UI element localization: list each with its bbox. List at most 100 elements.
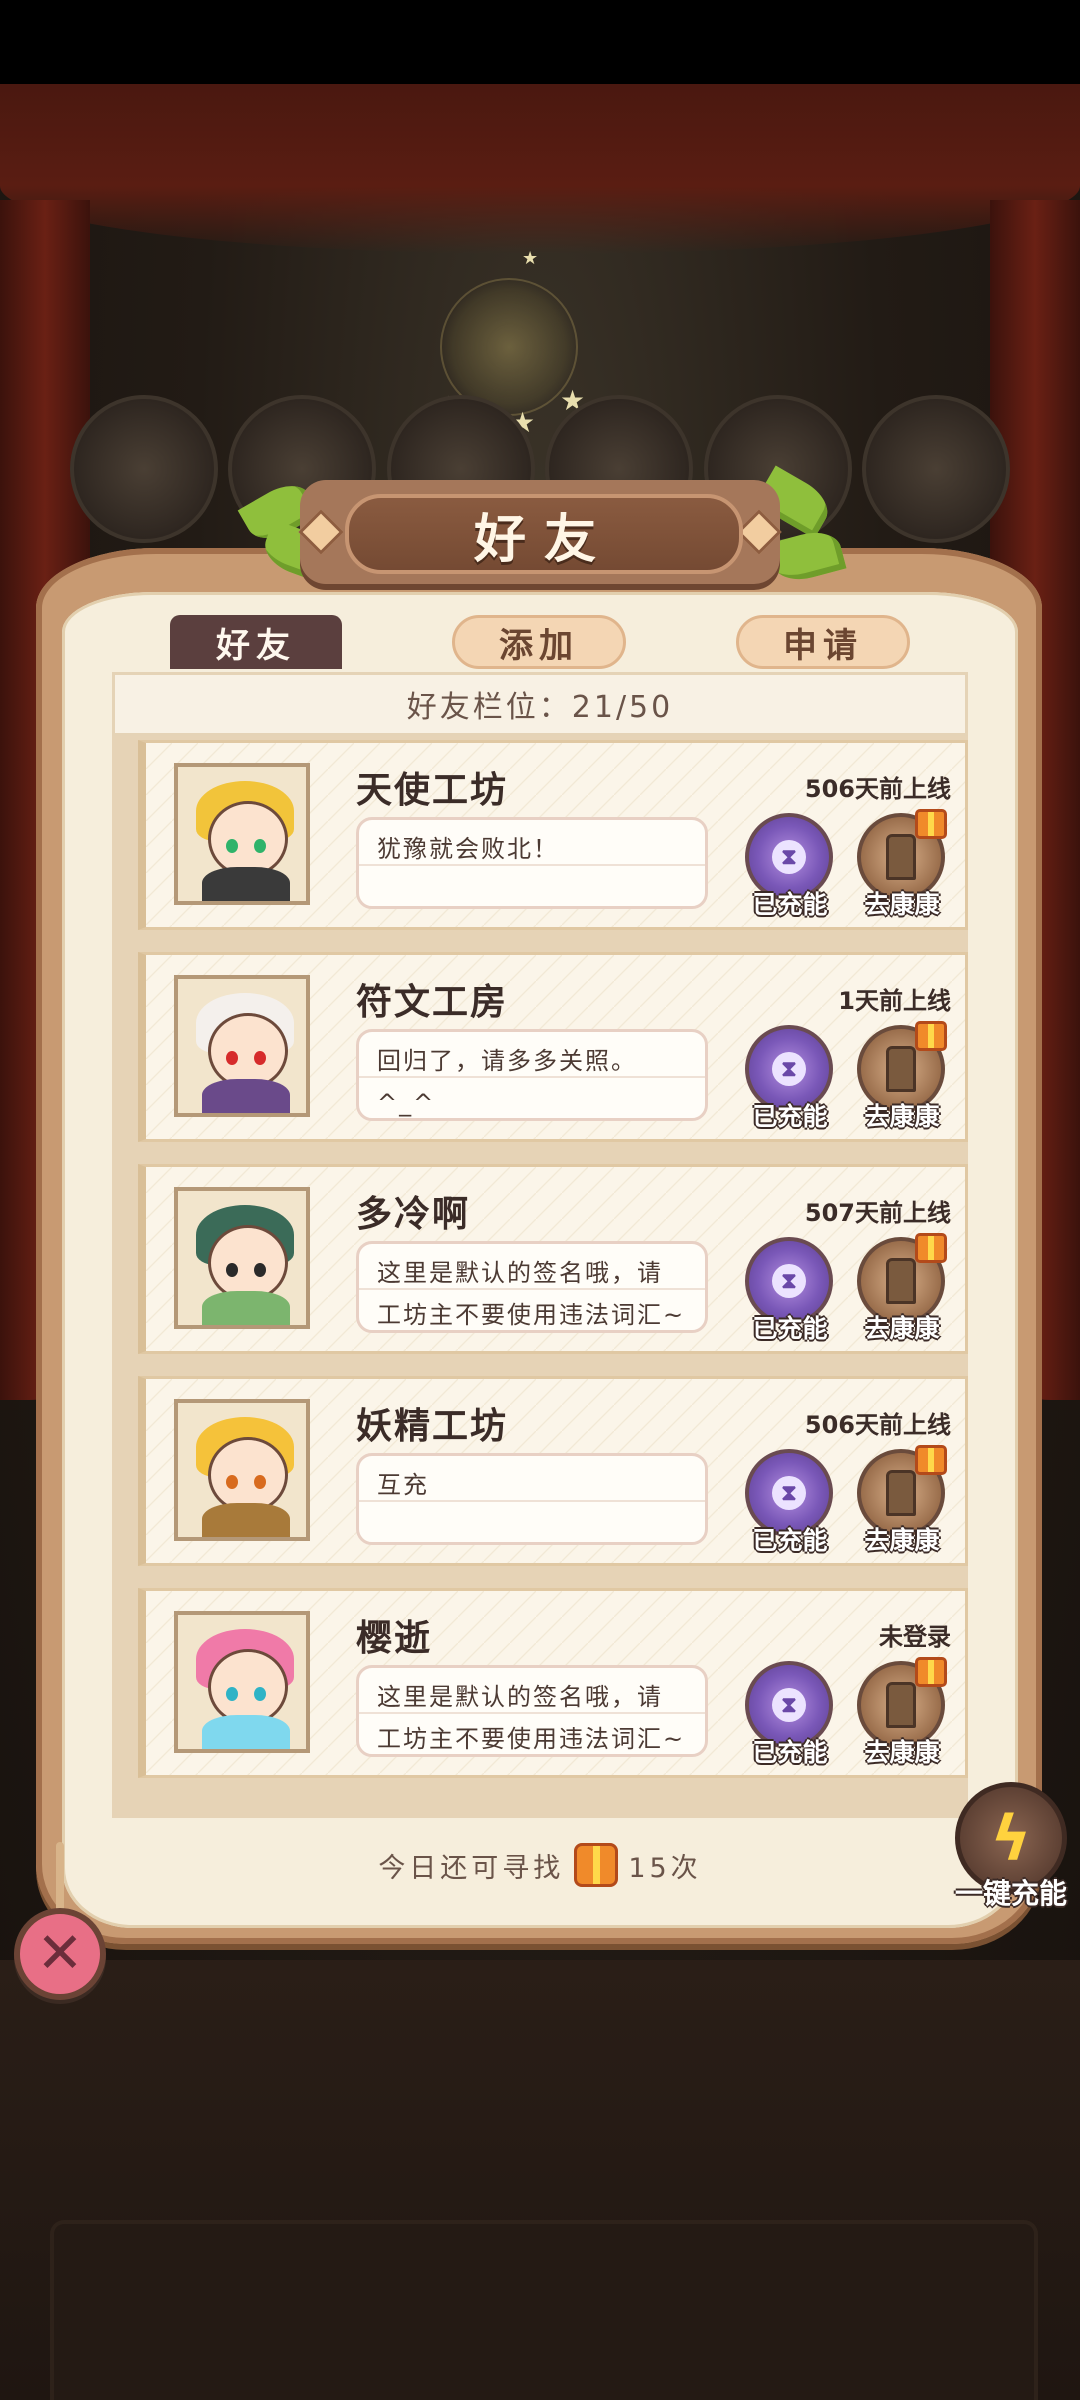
charge-button-label: 已充能	[752, 1738, 828, 1767]
avatar[interactable]	[174, 1611, 310, 1753]
last-online-time: 1天前上线	[838, 987, 951, 1015]
avatar[interactable]	[174, 975, 310, 1117]
avatar-face	[208, 801, 288, 877]
avatar-body	[202, 1079, 290, 1113]
daily-search-count: 15次	[628, 1852, 702, 1884]
friend-list[interactable]: 天使工坊 506天前上线 犹豫就会败北！ ⧗ 已充能 去康康 符文工房 1天前上…	[112, 736, 968, 1818]
gift-icon	[915, 1657, 947, 1687]
charge-button[interactable]: ⧗ 已充能	[742, 1449, 838, 1555]
close-button[interactable]: ✕	[14, 1908, 106, 2000]
friend-row: 妖精工坊 506天前上线 互充 ⧗ 已充能 去康康	[138, 1376, 968, 1566]
charge-button-label: 已充能	[752, 1314, 828, 1343]
avatar-face	[208, 1437, 288, 1513]
book-icon	[70, 395, 218, 543]
avatar-eye	[254, 1263, 266, 1277]
friend-signature: 这里是默认的签名哦，请工坊主不要使用违法词汇~	[356, 1241, 708, 1333]
door-icon	[886, 1258, 916, 1304]
dialog-title: 好友	[473, 509, 614, 570]
visit-button[interactable]: 去康康	[854, 1657, 950, 1767]
friend-row: 樱逝 未登录 这里是默认的签名哦，请工坊主不要使用违法词汇~ ⧗ 已充能 去康康	[138, 1588, 968, 1778]
avatar-eye	[226, 1687, 238, 1701]
daily-search-prefix: 今日还可寻找	[378, 1852, 565, 1884]
charge-button-label: 已充能	[752, 890, 828, 919]
friend-signature: 互充	[356, 1453, 708, 1545]
door-icon	[886, 1470, 916, 1516]
avatar[interactable]	[174, 1399, 310, 1541]
avatar-eye	[254, 1687, 266, 1701]
door-icon	[886, 1046, 916, 1092]
rope-decoration	[56, 1842, 64, 1912]
friend-signature: 回归了，请多多关照。^_^	[356, 1029, 708, 1121]
visit-button-label: 去康康	[864, 1102, 940, 1131]
avatar-face	[208, 1649, 288, 1725]
gift-icon	[915, 809, 947, 839]
tab-friends[interactable]: 好友	[170, 615, 342, 669]
visit-button[interactable]: 去康康	[854, 1445, 950, 1555]
visit-button-label: 去康康	[864, 1738, 940, 1767]
title-plate: 好友	[345, 494, 743, 574]
friend-name: 符文工房	[356, 982, 509, 1023]
charge-button[interactable]: ⧗ 已充能	[742, 1661, 838, 1767]
friend-signature: 这里是默认的签名哦，请工坊主不要使用违法词汇~	[356, 1665, 708, 1757]
charge-button[interactable]: ⧗ 已充能	[742, 813, 838, 919]
visit-button[interactable]: 去康康	[854, 1233, 950, 1343]
lightning-icon: ϟ	[990, 1801, 1032, 1875]
star-icon: ★	[522, 248, 539, 269]
avatar-eye	[226, 1263, 238, 1277]
avatar[interactable]	[174, 1187, 310, 1329]
avatar-body	[202, 867, 290, 901]
last-online-time: 506天前上线	[804, 775, 951, 803]
hourglass-icon: ⧗	[772, 1264, 806, 1298]
charge-button[interactable]: ⧗ 已充能	[742, 1237, 838, 1343]
avatar[interactable]	[174, 763, 310, 905]
hourglass-icon: ⧗	[772, 1688, 806, 1722]
door-icon	[886, 1682, 916, 1728]
charge-button[interactable]: ⧗ 已充能	[742, 1025, 838, 1131]
gift-icon	[915, 1021, 947, 1051]
avatar-eye	[226, 1051, 238, 1065]
visit-button[interactable]: 去康康	[854, 809, 950, 919]
close-icon: ✕	[36, 1921, 84, 1986]
avatar-eye	[254, 1475, 266, 1489]
tab-requests[interactable]: 申请	[736, 615, 910, 669]
friend-name: 樱逝	[356, 1618, 433, 1659]
status-bar	[0, 0, 1080, 84]
visit-button-label: 去康康	[864, 890, 940, 919]
charge-button-label: 已充能	[752, 1102, 828, 1131]
avatar-eye	[254, 839, 266, 853]
visit-button-label: 去康康	[864, 1314, 940, 1343]
charge-all-label[interactable]: 一键充能	[946, 1872, 1076, 1912]
daily-search-remaining: 今日还可寻找 15次	[0, 1843, 1080, 1887]
gift-icon	[915, 1233, 947, 1263]
last-online-time: 507天前上线	[804, 1199, 951, 1227]
friend-name: 天使工坊	[356, 770, 509, 811]
avatar-face	[208, 1013, 288, 1089]
avatar-face	[208, 1225, 288, 1301]
hourglass-icon: ⧗	[772, 840, 806, 874]
last-online-time: 未登录	[879, 1623, 951, 1651]
friend-row: 天使工坊 506天前上线 犹豫就会败北！ ⧗ 已充能 去康康	[138, 740, 968, 930]
drawer-decoration	[50, 2220, 1038, 2400]
friend-signature: 犹豫就会败北！	[356, 817, 708, 909]
last-online-time: 506天前上线	[804, 1411, 951, 1439]
cup-icon	[861, 395, 1010, 543]
friend-name: 多冷啊	[356, 1194, 471, 1235]
friend-row: 多冷啊 507天前上线 这里是默认的签名哦，请工坊主不要使用违法词汇~ ⧗ 已充…	[138, 1164, 968, 1354]
friend-slot-text: 好友栏位：21/50	[406, 690, 674, 725]
door-icon	[886, 834, 916, 880]
visit-button[interactable]: 去康康	[854, 1021, 950, 1131]
hourglass-icon: ⧗	[772, 1476, 806, 1510]
curtain-top	[0, 84, 1080, 254]
tab-add[interactable]: 添加	[452, 615, 626, 669]
avatar-body	[202, 1503, 290, 1537]
avatar-eye	[254, 1051, 266, 1065]
avatar-eye	[226, 839, 238, 853]
friend-name: 妖精工坊	[356, 1406, 509, 1447]
visit-button-label: 去康康	[864, 1526, 940, 1555]
hourglass-icon: ⧗	[772, 1052, 806, 1086]
gift-icon	[574, 1843, 619, 1887]
friend-slot-counter: 好友栏位：21/50	[112, 672, 968, 736]
charge-button-label: 已充能	[752, 1526, 828, 1555]
friend-row: 符文工房 1天前上线 回归了，请多多关照。^_^ ⧗ 已充能 去康康	[138, 952, 968, 1142]
avatar-eye	[226, 1475, 238, 1489]
